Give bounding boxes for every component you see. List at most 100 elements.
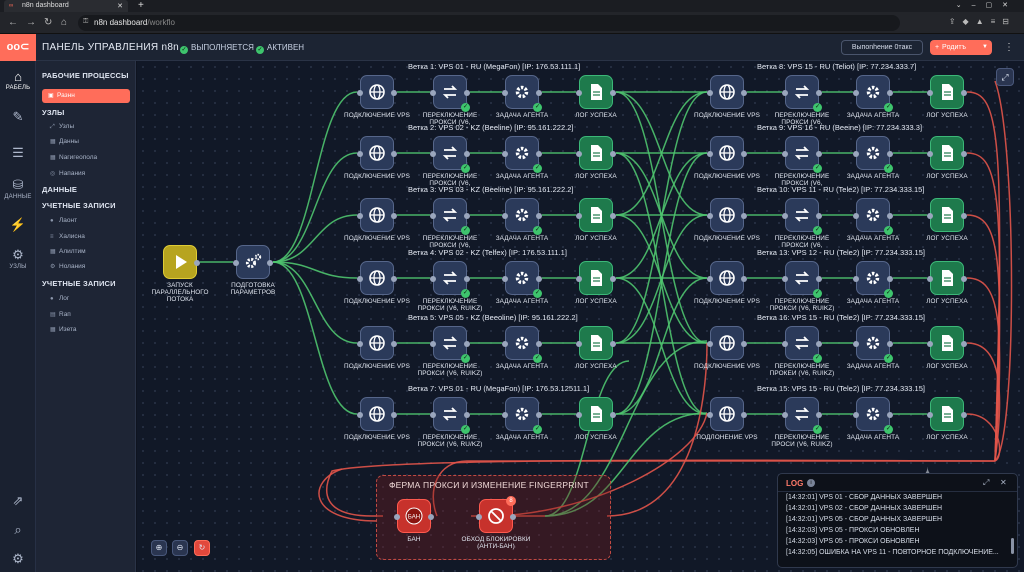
agent-task-node[interactable]: ✓ [502,261,542,298]
vps-connect-node[interactable] [707,136,747,170]
rail-item-search[interactable]: ⌕ [0,522,36,538]
output-handle[interactable] [816,213,822,219]
input-handle[interactable] [502,213,508,219]
input-handle[interactable] [927,341,933,347]
home-icon[interactable]: ⌂ [61,17,67,28]
output-handle[interactable] [741,90,747,96]
output-handle[interactable] [961,90,967,96]
output-handle[interactable] [961,213,967,219]
sidebar-item-list[interactable]: ≡ Халисна [50,233,85,240]
output-handle[interactable] [428,514,434,520]
output-handle[interactable] [816,151,822,157]
back-icon[interactable]: ← [8,17,18,28]
rail-item-data[interactable]: ⛁ ДАННЫЕ [0,177,36,200]
vps-connect-node[interactable] [357,198,397,232]
input-handle[interactable] [927,90,933,96]
output-handle[interactable] [887,412,893,418]
sidebar-item-settings[interactable]: ⚙ Нолания [50,263,85,270]
input-handle[interactable] [707,341,713,347]
proxy-switch-node[interactable]: ✓ [782,397,822,434]
agent-task-node[interactable]: ✓ [502,75,542,112]
success-log-node[interactable] [927,136,967,170]
output-handle[interactable] [267,260,273,266]
proxy-switch-node[interactable]: ✓ [782,136,822,173]
input-handle[interactable] [502,90,508,96]
input-handle[interactable] [853,213,859,219]
success-log-node[interactable] [576,198,616,232]
vps-connect-node[interactable] [707,397,747,431]
log-scrollbar[interactable] [1011,538,1014,554]
output-handle[interactable] [464,213,470,219]
agent-task-node[interactable]: ✓ [853,397,893,434]
sidebar-item-edit[interactable]: ▦ Изета [50,326,77,333]
output-handle[interactable] [961,412,967,418]
input-handle[interactable] [782,90,788,96]
rail-item-share[interactable]: ⇗ [0,493,36,509]
input-handle[interactable] [357,151,363,157]
window-controls[interactable]: ⌄–▢✕ [956,1,1018,9]
output-handle[interactable] [536,213,542,219]
close-icon[interactable]: ✕ [1000,478,1007,487]
output-handle[interactable] [741,412,747,418]
output-handle[interactable] [816,90,822,96]
output-handle[interactable] [887,151,893,157]
output-handle[interactable] [391,276,397,282]
sidebar-item-run[interactable]: ▤ Rап [50,311,71,318]
url-field[interactable]: ⚿ n8n dashboard/workflo [78,15,900,31]
output-handle[interactable] [536,276,542,282]
output-handle[interactable] [741,341,747,347]
proxy-switch-node[interactable]: ✓ [430,397,470,434]
vps-connect-node[interactable] [357,326,397,360]
input-handle[interactable] [502,276,508,282]
input-handle[interactable] [394,514,400,520]
proxy-switch-node[interactable]: ✓ [782,75,822,112]
success-log-node[interactable] [576,75,616,109]
output-handle[interactable] [391,341,397,347]
input-handle[interactable] [576,276,582,282]
proxy-switch-node[interactable]: ✓ [430,198,470,235]
trigger-node[interactable] [163,245,200,279]
output-handle[interactable] [536,412,542,418]
input-handle[interactable] [430,213,436,219]
agent-task-node[interactable]: ✓ [502,326,542,363]
input-handle[interactable] [927,412,933,418]
sidebar-item-reminders[interactable]: ◎ Напания [50,170,85,177]
proxy-switch-node[interactable]: ✓ [430,326,470,363]
sidebar-item-apps[interactable]: ▦ Алилтим [50,248,86,255]
output-handle[interactable] [961,341,967,347]
output-handle[interactable] [610,151,616,157]
proxy-switch-node[interactable]: ✓ [430,261,470,298]
agent-task-node[interactable]: ✓ [853,261,893,298]
agent-task-node[interactable]: ✓ [502,397,542,434]
browser-extension-icons[interactable]: ⇪◆▲≡⊟ [949,17,1016,26]
output-handle[interactable] [961,276,967,282]
success-log-node[interactable] [576,261,616,295]
execution-button[interactable]: Выпоnhение 0тaкс [841,40,923,55]
proxy-switch-node[interactable]: ✓ [430,136,470,173]
info-icon[interactable]: i [807,479,815,487]
sidebar-item-data[interactable]: ▦ Данны [50,138,79,145]
input-handle[interactable] [430,90,436,96]
input-handle[interactable] [927,151,933,157]
input-handle[interactable] [782,151,788,157]
output-handle[interactable] [887,276,893,282]
agent-task-node[interactable]: ✓ [502,136,542,173]
input-handle[interactable] [707,90,713,96]
output-handle[interactable] [391,90,397,96]
output-handle[interactable] [536,341,542,347]
output-handle[interactable] [391,213,397,219]
output-handle[interactable] [816,412,822,418]
vps-connect-node[interactable] [707,326,747,360]
output-handle[interactable] [610,412,616,418]
input-handle[interactable] [782,213,788,219]
vps-connect-node[interactable] [357,136,397,170]
input-handle[interactable] [853,412,859,418]
zoom-out-button[interactable]: ⊖ [172,540,188,556]
output-handle[interactable] [741,151,747,157]
input-handle[interactable] [430,151,436,157]
input-handle[interactable] [502,341,508,347]
proxy-switch-node[interactable]: ✓ [430,75,470,112]
output-handle[interactable] [610,213,616,219]
output-handle[interactable] [464,151,470,157]
output-handle[interactable] [464,90,470,96]
